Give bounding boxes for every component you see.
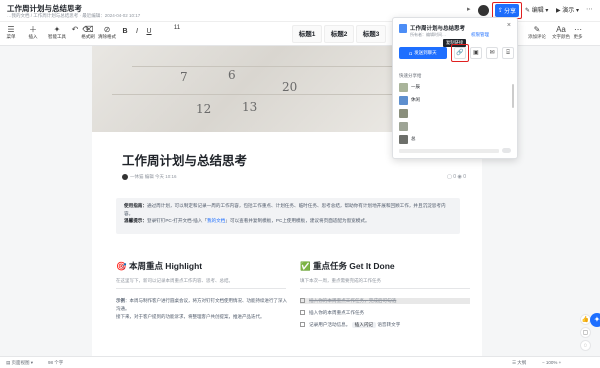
permission-tab[interactable]: 权限管理	[471, 32, 489, 38]
contact-row[interactable]: 总	[399, 134, 507, 145]
heading-3-button[interactable]: 标题3	[356, 25, 386, 43]
calendar-number: 7	[180, 70, 188, 84]
close-icon[interactable]: ×	[507, 22, 511, 29]
share-icon: ⇪	[497, 8, 503, 14]
chat-icon: ◘	[409, 50, 413, 56]
avatar[interactable]	[478, 5, 489, 16]
star-icon[interactable]: ☆	[68, 3, 74, 11]
tip-callout[interactable]: 使用指南：通过周计划，可以制定和记录一周的工作内容，包括工作重点、计划任务、临时…	[116, 198, 460, 234]
doc-stats: ▢ 0 ◉ 0	[447, 174, 466, 180]
plus-icon: ＋	[29, 25, 37, 34]
my-docs-link[interactable]: 我的文档	[207, 218, 225, 223]
tip-usage: 使用指南：通过周计划，可以制定和记录一周的工作内容，包括工作重点、计划任务、临时…	[124, 203, 446, 216]
contact-avatar	[399, 109, 408, 118]
left-gutter	[0, 46, 92, 356]
checkbox[interactable]	[300, 298, 305, 304]
italic-button[interactable]: I	[132, 28, 142, 35]
copy-icon[interactable]: ▢	[580, 327, 591, 338]
clear-icon: ⊘	[103, 25, 111, 34]
qr-icon[interactable]: ⌸	[502, 47, 514, 59]
comment-float-icon[interactable]: ◌	[580, 340, 591, 351]
todo-item[interactable]: 记录用户活动信息。 插入闪记 语音转文字	[300, 322, 400, 328]
insert-flash-note-chip[interactable]: 插入闪记	[351, 322, 377, 328]
image-share-icon[interactable]: ▣	[470, 47, 482, 59]
focus-heading[interactable]: 🎯 本周重点 Highlight	[116, 260, 202, 272]
link-icon[interactable]: 🔗	[454, 47, 466, 59]
clear-format-button[interactable]: ⊘ 清除格式	[97, 25, 117, 40]
contact-avatar	[399, 122, 408, 131]
document-icon	[399, 24, 407, 33]
contact-row[interactable]: 休闲	[399, 95, 507, 106]
checkbox[interactable]	[300, 322, 305, 328]
mail-icon[interactable]: ✉	[486, 47, 498, 59]
sparkle-icon: ✦	[53, 25, 61, 34]
more-icon[interactable]: ⋯	[586, 5, 593, 13]
author-avatar	[122, 174, 128, 180]
share-button-label: 分享	[504, 9, 517, 15]
present-button-label: 演示	[562, 8, 575, 14]
contact-row[interactable]	[399, 108, 507, 119]
edit-button-label: 编辑	[531, 8, 544, 14]
font-size-select[interactable]: 11	[170, 25, 184, 31]
popup-scrollbar[interactable]	[512, 84, 514, 108]
calendar-number: 6	[228, 68, 236, 82]
page-view-toggle[interactable]: ▤ 页面视图 ▾	[6, 360, 33, 366]
contact-avatar	[399, 83, 408, 92]
heading-1-button[interactable]: 标题1	[292, 25, 322, 43]
calendar-number: 20	[282, 80, 298, 94]
edit-button[interactable]: ✎ 编辑 ▾	[525, 5, 548, 14]
comment-icon: ✎	[533, 25, 541, 34]
contact-row[interactable]	[399, 121, 507, 132]
popup-subtitle: 所有者：编辑时间…	[410, 32, 446, 37]
insert-button[interactable]: ＋插入	[26, 25, 40, 40]
popup-title: 工作周计划与总结思考	[410, 26, 466, 32]
breadcrumb: …我的文档 / 工作周计划与总结思考 · 最近编辑：2024-04-02 10:…	[7, 13, 141, 18]
format-painter-button[interactable]: ⌫ 格式刷	[79, 25, 97, 40]
status-bar: ▤ 页面视图 ▾ 98 个字 ☰ 大纲 − 100% +	[0, 356, 600, 368]
contact-row[interactable]: 一辰	[399, 82, 507, 93]
quick-share-label: 快速分享给	[399, 73, 422, 78]
tasks-subtitle: 填下本次一周，重点需要完成的工作任务	[300, 278, 381, 283]
author-meta: 一休猫 编辑 今天 10:16	[130, 174, 177, 179]
calendar-number: 13	[242, 100, 258, 114]
smart-tools-button[interactable]: ✦ 智能工具	[46, 25, 68, 40]
share-setting-row	[399, 149, 499, 153]
menu-icon: ☰	[7, 25, 15, 34]
more-icon: ⋯	[574, 25, 582, 34]
bold-button[interactable]: B	[120, 28, 130, 35]
contact-avatar	[399, 135, 408, 144]
word-count: 98 个字	[48, 360, 64, 365]
heading-2-button[interactable]: 标题2	[324, 25, 354, 43]
more-tools-button[interactable]: ⋯ 更多	[570, 25, 586, 40]
share-toggle[interactable]	[502, 148, 511, 153]
checkbox[interactable]	[300, 310, 305, 316]
share-popup[interactable]: 工作周计划与总结思考 所有者：编辑时间… 权限管理 × 复制链接 ◘ 发送到聊天…	[392, 17, 518, 159]
focus-subtitle: 在这里写下，新司以记录本周重点工作内容、思考、总结。	[116, 278, 233, 283]
focus-body[interactable]: 示例：本周与制作客户进行圆桌会议，将方对钉钉文档使用情况、功能持续进行了深入沟通…	[116, 297, 288, 321]
assistant-icon[interactable]: ✦	[590, 313, 600, 327]
todo-item[interactable]: 插入你的本周重点工作任务，完成后可勾选	[300, 298, 470, 304]
underline-button[interactable]: U	[144, 28, 154, 35]
add-comment-button[interactable]: ✎ 添加评论	[524, 25, 550, 40]
page-title[interactable]: 工作周计划与总结思考	[122, 150, 247, 169]
calendar-number: 12	[196, 102, 212, 116]
menu-button[interactable]: ☰ 菜单	[4, 25, 18, 40]
outline-button[interactable]: ☰ 大纲	[512, 360, 526, 366]
tasks-heading[interactable]: ✅ 重点任务 Get It Done	[300, 260, 395, 272]
brush-icon: ⌫	[82, 25, 94, 34]
play-icon[interactable]: ▸	[467, 5, 471, 13]
send-to-chat-button[interactable]: ◘ 发送到聊天	[399, 47, 447, 59]
contact-avatar	[399, 96, 408, 105]
zoom-level[interactable]: − 100% +	[542, 360, 561, 365]
present-button[interactable]: ▶ 演示 ▾	[556, 5, 579, 14]
share-button[interactable]: ⇪ 分享	[495, 4, 519, 17]
tip-warm: 温馨提示：登录钉钉PC-打开文档-插入「我的文档」可以查看并复制模板，PC上使用…	[124, 218, 370, 223]
todo-item[interactable]: 插入你的本周重点工作任务	[300, 310, 364, 316]
